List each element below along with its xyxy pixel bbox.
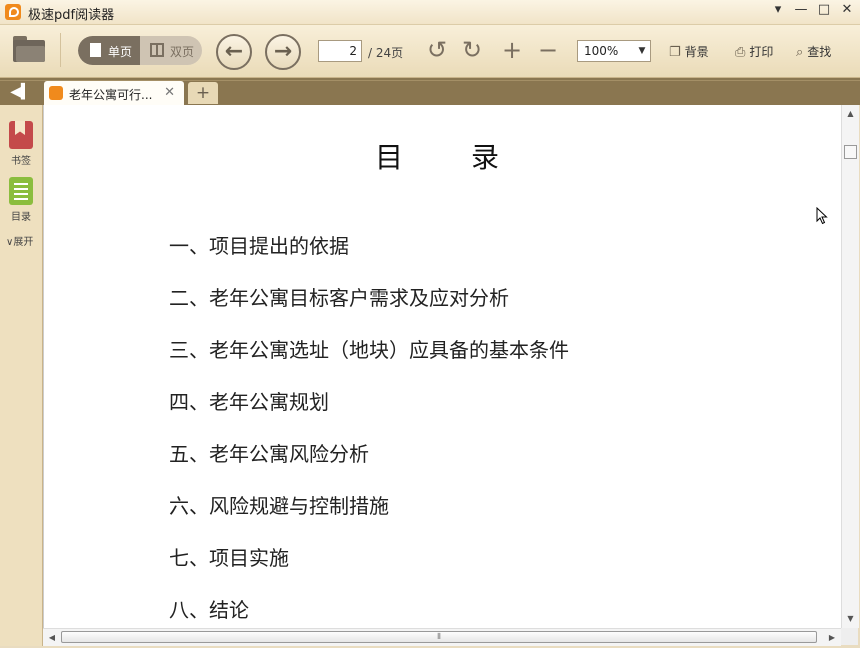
double-page-icon [150, 43, 164, 57]
toolbar: 单页 双页 ← → 2 / 24页 ↺ ↻ + − 100% ▼ ❐ 背景 ⎙ 打印… [0, 25, 860, 78]
close-button[interactable]: ✕ [837, 2, 857, 17]
page-total: / 24页 [368, 46, 404, 60]
minus-icon[interactable]: − [534, 36, 562, 64]
prev-page-button[interactable]: ← [216, 34, 252, 70]
rotate-cw-icon[interactable]: ↻ [458, 36, 486, 64]
scroll-up-icon[interactable]: ▲ [842, 107, 859, 121]
scroll-right-icon[interactable]: ▶ [825, 629, 839, 646]
print-button[interactable]: ⎙ 打印 [735, 43, 773, 60]
zoom-value: 100% [584, 44, 619, 58]
tab-bar: ◀▍ 老年公寓可行... ✕ + [0, 78, 860, 105]
app-logo-icon [5, 4, 21, 20]
toc-icon [9, 177, 33, 205]
printer-icon: ⎙ [735, 45, 746, 60]
bookmarks-label: 书签 [11, 156, 31, 167]
find-label: 查找 [807, 45, 832, 59]
bookmark-icon [9, 121, 33, 149]
scroll-down-icon[interactable]: ▼ [842, 612, 859, 626]
zoom-select[interactable]: 100% ▼ [577, 40, 651, 62]
toc-item: 六、风险规避与控制措施 [169, 494, 389, 518]
toc-item: 三、老年公寓选址（地块）应具备的基本条件 [169, 338, 569, 362]
toc-item: 二、老年公寓目标客户需求及应对分析 [169, 286, 509, 310]
close-tab-icon[interactable]: ✕ [164, 85, 175, 100]
toc-title: 目 录 [374, 141, 503, 174]
expand-label: 展开 [13, 237, 34, 248]
new-tab-button[interactable]: + [188, 82, 218, 104]
double-page-button[interactable]: 双页 [140, 36, 202, 65]
view-mode-toggle: 单页 双页 [78, 36, 202, 65]
toc-label: 目录 [11, 212, 31, 223]
vertical-scrollbar[interactable]: ▲ ▼ [841, 105, 859, 628]
maximize-button[interactable]: □ [814, 2, 834, 17]
pdf-file-icon [49, 86, 63, 100]
toc-item: 一、项目提出的依据 [169, 234, 349, 258]
mouse-cursor-icon [816, 207, 828, 225]
scroll-left-icon[interactable]: ◀ [45, 629, 59, 646]
pdf-page: 目 录 一、项目提出的依据 二、老年公寓目标客户需求及应对分析 三、老年公寓选址… [43, 105, 834, 628]
single-page-button[interactable]: 单页 [78, 36, 140, 65]
scrollbar-corner [841, 628, 858, 645]
toc-item: 八、结论 [169, 598, 249, 622]
find-button[interactable]: ⌕ 查找 [796, 43, 831, 60]
collapse-arrow-icon: ◀▍ [10, 84, 32, 100]
document-tab-label: 老年公寓可行... [69, 88, 153, 102]
arrow-right-icon: → [273, 39, 293, 64]
chevron-down-icon: ▼ [638, 46, 646, 56]
background-button[interactable]: ❐ 背景 [669, 43, 709, 60]
arrow-left-icon: ← [224, 39, 244, 64]
collapse-sidebar-button[interactable]: ◀▍ [4, 82, 38, 102]
toc-item: 七、项目实施 [169, 546, 289, 570]
app-title: 极速pdf阅读器 [28, 8, 115, 23]
rotate-ccw-icon[interactable]: ↺ [423, 36, 451, 64]
bookmarks-button[interactable]: 书签 [4, 121, 38, 167]
print-label: 打印 [749, 45, 774, 59]
vertical-scroll-thumb[interactable] [844, 145, 857, 159]
window-menu-button[interactable]: ▾ [768, 2, 788, 17]
single-page-icon [90, 43, 101, 57]
background-label: 背景 [684, 45, 709, 59]
toolbar-divider [60, 33, 61, 67]
document-viewport: 目 录 一、项目提出的依据 二、老年公寓目标客户需求及应对分析 三、老年公寓选址… [43, 105, 841, 628]
title-bar: 极速pdf阅读器 ▾ — □ ✕ [0, 0, 860, 25]
toc-item: 五、老年公寓风险分析 [169, 442, 369, 466]
single-page-label: 单页 [108, 45, 133, 59]
horizontal-scroll-thumb[interactable]: ⦀ [61, 631, 817, 643]
side-panel: 书签 目录 ∨展开 [0, 105, 43, 646]
double-page-label: 双页 [170, 45, 195, 59]
horizontal-scrollbar[interactable]: ◀ ⦀ ▶ [43, 628, 841, 646]
minimize-button[interactable]: — [791, 2, 811, 17]
next-page-button[interactable]: → [265, 34, 301, 70]
folder-icon[interactable] [13, 36, 45, 62]
plus-icon[interactable]: + [498, 36, 526, 64]
search-icon: ⌕ [796, 45, 804, 60]
document-tab[interactable]: 老年公寓可行... ✕ [44, 81, 184, 105]
page-number-input[interactable]: 2 [318, 40, 362, 62]
background-icon: ❐ [669, 45, 681, 60]
toc-button[interactable]: 目录 [4, 177, 38, 223]
expand-button[interactable]: ∨展开 [6, 233, 33, 248]
toc-item: 四、老年公寓规划 [169, 390, 329, 414]
